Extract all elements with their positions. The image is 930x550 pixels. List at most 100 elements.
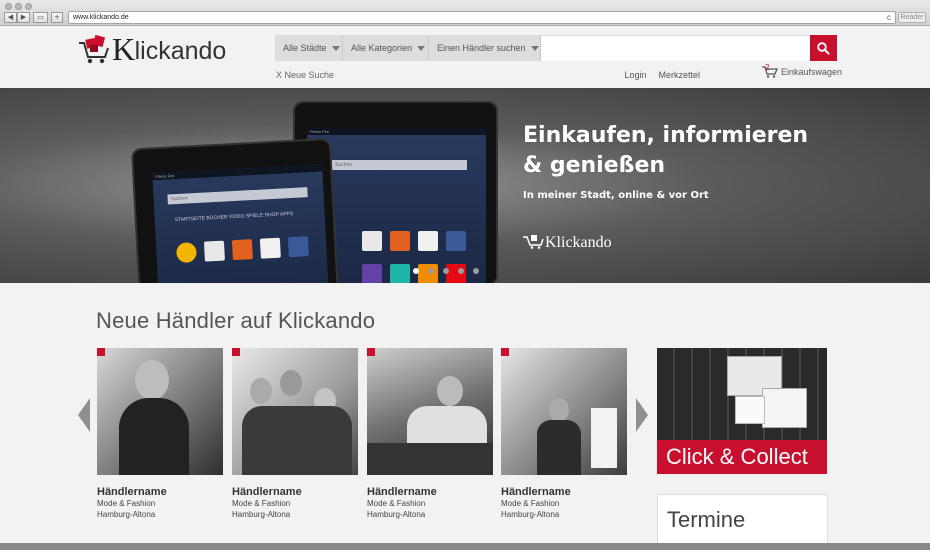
tablet-image-front: Fireos Fire Suchen STARTSEITE BÜCHER VID… xyxy=(130,137,340,283)
back-button[interactable]: ◀ xyxy=(4,12,17,23)
cart-link[interactable]: 2 Einkaufswagen xyxy=(762,63,843,78)
dealer-photo xyxy=(97,348,223,475)
events-box[interactable]: Termine xyxy=(657,494,828,550)
dealer-photo xyxy=(367,348,493,475)
account-links: Login Merkzettel xyxy=(612,70,700,80)
browser-toolbar: ◀ ▶ ▭ + www.klickando.de c Reader xyxy=(0,0,930,26)
category-select-label: Alle Kategorien xyxy=(351,43,413,53)
url-text: www.klickando.de xyxy=(73,14,129,21)
bottom-bar xyxy=(0,543,930,550)
city-select-label: Alle Städte xyxy=(283,43,327,53)
site-header: K lickando Alle Städte Alle Kategorien E… xyxy=(0,27,930,88)
tablet-status: Fireos Fire xyxy=(307,128,486,135)
tablet-search: Suchen xyxy=(332,160,467,170)
zoom-window-icon[interactable] xyxy=(25,3,32,10)
red-corner-flag xyxy=(367,348,375,356)
reader-button[interactable]: Reader xyxy=(898,12,926,23)
category-select[interactable]: Alle Kategorien xyxy=(343,35,429,61)
klickando-logo[interactable]: K lickando xyxy=(78,33,226,65)
reload-icon[interactable]: c xyxy=(887,12,891,23)
hero-banner[interactable]: Fireos Fire Suchen Fireos Fire Suchen ST… xyxy=(0,88,930,283)
spiegel-app-icon xyxy=(390,231,410,251)
city-select[interactable]: Alle Städte xyxy=(275,35,343,61)
dealer-location: Hamburg-Altona xyxy=(501,510,560,519)
app-icon xyxy=(203,240,225,262)
browser-nav-buttons: ◀ ▶ ▭ + xyxy=(4,12,63,23)
dealer-name: Händlername xyxy=(367,486,437,498)
tablet-screen: Fireos Fire Suchen STARTSEITE BÜCHER VID… xyxy=(152,164,330,283)
cart-count: 2 xyxy=(765,63,770,72)
slider-dot[interactable] xyxy=(458,268,464,274)
new-tab-button[interactable]: + xyxy=(51,12,63,23)
dealer-location: Hamburg-Altona xyxy=(97,510,156,519)
email-app-icon xyxy=(362,231,382,251)
hero-logo-text: Klickando xyxy=(545,234,612,251)
slider-dot[interactable] xyxy=(413,268,419,274)
dealer-select[interactable]: Einen Händler suchen xyxy=(429,35,541,61)
dealer-category: Mode & Fashion xyxy=(501,499,560,508)
hero-title: Einkaufen, informieren & genießen xyxy=(523,123,809,178)
section-title: Neue Händler auf Klickando xyxy=(96,308,376,333)
red-corner-flag xyxy=(232,348,240,356)
tablet-nav: STARTSEITE BÜCHER VIDEO SPIELE SHOP APPS xyxy=(174,210,294,224)
tablet-app-grid xyxy=(362,228,482,283)
minimize-window-icon[interactable] xyxy=(15,3,22,10)
spiegel-app-icon xyxy=(231,239,253,261)
dealer-card[interactable]: Händlername Mode & Fashion Hamburg-Alton… xyxy=(367,348,493,520)
click-collect-label: Click & Collect xyxy=(657,440,827,474)
facebook-app-icon xyxy=(446,231,466,251)
slider-dots xyxy=(413,268,488,274)
dealer-select-label: Einen Händler suchen xyxy=(437,43,526,53)
carousel-prev-arrow-icon[interactable] xyxy=(78,398,90,432)
dealer-card[interactable]: Händlername Mode & Fashion Hamburg-Alton… xyxy=(97,348,223,520)
search-icon xyxy=(817,41,830,55)
hero-logo: Klickando xyxy=(523,233,612,252)
search-bar: Alle Städte Alle Kategorien Einen Händle… xyxy=(275,35,837,61)
chevron-down-icon xyxy=(417,45,426,51)
parcel-image xyxy=(762,388,807,428)
red-corner-flag xyxy=(501,348,509,356)
sidebar-button[interactable]: ▭ xyxy=(33,12,48,23)
cart-logo-icon xyxy=(79,35,109,64)
search-input[interactable] xyxy=(541,35,810,61)
logo-wordmark: lickando xyxy=(134,37,227,65)
parcel-image xyxy=(735,396,765,424)
carousel-next-arrow-icon[interactable] xyxy=(636,398,648,432)
search-button[interactable] xyxy=(810,35,837,61)
new-search-link[interactable]: X Neue Suche xyxy=(276,70,334,80)
slider-dot[interactable] xyxy=(443,268,449,274)
cart-label: Einkaufswagen xyxy=(781,67,843,77)
slider-dot[interactable] xyxy=(428,268,434,274)
dealer-category: Mode & Fashion xyxy=(97,499,156,508)
red-corner-flag xyxy=(97,348,105,356)
dealer-card[interactable]: Händlername Mode & Fashion Hamburg-Alton… xyxy=(501,348,627,520)
events-title: Termine xyxy=(667,507,746,532)
chevron-down-icon xyxy=(331,45,340,51)
dealer-name: Händlername xyxy=(232,486,302,498)
tunein-app-icon xyxy=(390,264,410,283)
login-link[interactable]: Login xyxy=(624,70,646,80)
app-icon xyxy=(175,242,197,264)
dealer-photo xyxy=(501,348,627,475)
dealer-name: Händlername xyxy=(97,486,167,498)
click-collect-promo[interactable]: Click & Collect xyxy=(657,348,827,474)
address-bar[interactable]: www.klickando.de c xyxy=(68,11,896,24)
logo-letter-k: K xyxy=(112,31,135,67)
facebook-app-icon xyxy=(287,236,309,258)
chevron-down-icon xyxy=(530,45,539,51)
amazon-video-app-icon xyxy=(418,231,438,251)
forward-button[interactable]: ▶ xyxy=(17,12,30,23)
dealer-card[interactable]: Händlername Mode & Fashion Hamburg-Alton… xyxy=(232,348,358,520)
hero-subtitle: In meiner Stadt, online & vor Ort xyxy=(523,190,709,201)
slider-dot[interactable] xyxy=(473,268,479,274)
close-window-icon[interactable] xyxy=(5,3,12,10)
twitch-app-icon xyxy=(362,264,382,283)
dealer-category: Mode & Fashion xyxy=(367,499,426,508)
dealer-location: Hamburg-Altona xyxy=(367,510,426,519)
dealer-photo xyxy=(232,348,358,475)
dealer-location: Hamburg-Altona xyxy=(232,510,291,519)
watchlist-link[interactable]: Merkzettel xyxy=(658,70,700,80)
dealer-name: Händlername xyxy=(501,486,571,498)
dealer-category: Mode & Fashion xyxy=(232,499,291,508)
tablet-status: Fireos Fire xyxy=(152,164,323,181)
